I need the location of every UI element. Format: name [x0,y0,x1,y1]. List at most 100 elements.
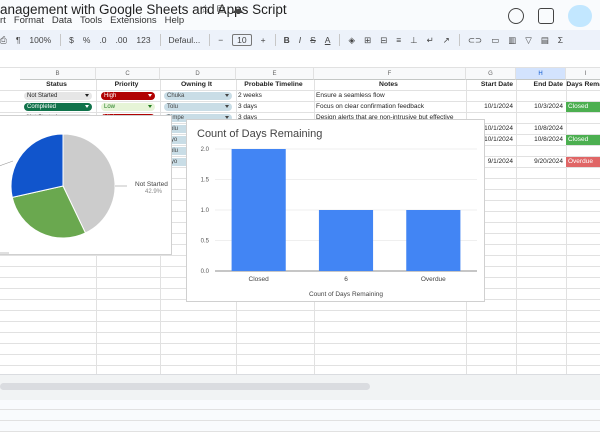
empty-row[interactable] [0,333,600,344]
priority-chip[interactable]: High [101,92,155,100]
horizontal-scrollbar[interactable] [0,383,370,390]
column-label[interactable]: Status [20,80,93,90]
end-date-cell[interactable] [516,146,563,156]
column-label[interactable]: Start Date [466,80,513,90]
column-header[interactable]: B [20,68,96,80]
column-header[interactable]: C [96,68,160,80]
column-header[interactable]: I [566,68,600,80]
end-date-cell[interactable]: 10/8/2024 [516,135,563,145]
chevron-down-icon[interactable] [225,94,229,97]
merge-icon[interactable]: ⊟ [380,35,387,46]
increase-decimal-button[interactable]: .00 [116,35,128,45]
move-icon[interactable]: ⧉ [217,2,226,17]
paint-format-icon[interactable]: ¶ [16,35,21,45]
column-header[interactable]: D [160,68,236,80]
notes-cell[interactable]: Ensure a seamless flow [316,91,464,101]
status-chip[interactable]: Not Started [24,92,92,100]
column-header[interactable]: H [516,68,566,80]
start-date-cell[interactable] [466,91,513,101]
font-size-input[interactable]: 10 [232,34,252,46]
align-icon[interactable]: ≡ [396,35,401,45]
star-icon[interactable]: ☆ [200,2,211,17]
filter-views-icon[interactable]: ▤ [541,35,549,46]
wrap-icon[interactable]: ↵ [427,35,434,46]
fill-color-icon[interactable]: ◈ [348,35,355,46]
end-date-cell[interactable]: 10/3/2024 [516,102,563,112]
percent-button[interactable]: % [83,35,91,45]
valign-icon[interactable]: ⊥ [410,35,417,46]
font-select[interactable]: Defaul... [169,35,201,45]
strikethrough-button[interactable]: S [310,35,316,45]
bold-button[interactable]: B [284,35,290,45]
empty-row[interactable] [0,322,600,333]
meet-button[interactable] [568,5,592,27]
days-remaining-cell[interactable]: Closed [566,102,600,112]
comments-icon[interactable] [538,8,554,24]
priority-chip[interactable]: Low [101,103,155,111]
column-label[interactable]: Days Rema [566,80,600,90]
days-remaining-cell[interactable]: Overdue [566,157,600,167]
formula-bar[interactable] [0,50,600,68]
chevron-down-icon[interactable] [85,94,89,97]
rotate-icon[interactable]: ↗ [443,35,450,46]
end-date-cell[interactable]: 9/20/2024 [516,157,563,167]
status-chip[interactable]: Completed [24,103,92,111]
days-remaining-cell[interactable] [566,146,600,156]
menu-format[interactable]: Format [14,15,44,26]
empty-row[interactable] [0,355,600,366]
menu-tools[interactable]: Tools [80,15,102,26]
end-date-cell[interactable] [516,91,563,101]
bar-chart[interactable]: Count of Days Remaining 0.0 0.5 1.0 1.5 2.0 C… [186,119,485,302]
timeline-cell[interactable]: 2 weeks [238,91,312,101]
font-size-decrease-icon[interactable]: − [218,35,223,45]
column-label[interactable]: End Date [516,80,563,90]
menu-help[interactable]: Help [165,15,185,26]
empty-row[interactable] [0,410,600,421]
end-date-cell[interactable]: 10/8/2024 [516,124,563,134]
empty-row[interactable] [0,421,600,432]
functions-icon[interactable]: Σ [558,35,563,45]
italic-button[interactable]: I [299,35,301,45]
pie-chart[interactable]: Not Started 42.9% [0,115,172,255]
zoom-select[interactable]: 100% [29,35,51,45]
days-remaining-cell[interactable]: Closed [566,135,600,145]
column-label[interactable]: Notes [314,80,463,90]
print-icon[interactable]: ⎙ [0,35,7,46]
menu-extensions[interactable]: Extensions [110,15,156,26]
filter-icon[interactable]: ▽ [525,35,532,46]
owner-chip[interactable]: Chuka [164,92,232,100]
column-label[interactable]: Owning It [160,80,233,90]
owner-chip[interactable]: Tolu [164,103,232,111]
notes-cell[interactable]: Focus on clear confirmation feedback [316,102,464,112]
history-icon[interactable] [508,8,524,24]
borders-icon[interactable]: ⊞ [364,35,371,46]
start-date-cell[interactable]: 10/1/2024 [466,102,513,112]
chevron-down-icon[interactable] [148,94,152,97]
timeline-cell[interactable]: 3 days [238,102,312,112]
empty-row[interactable] [0,311,600,322]
empty-row[interactable] [0,399,600,410]
column-label[interactable]: Probable Timeline [236,80,311,90]
column-header[interactable]: F [314,68,466,80]
column-header[interactable]: E [236,68,314,80]
days-remaining-cell[interactable] [566,124,600,134]
text-color-button[interactable]: A [325,35,331,45]
more-formats-button[interactable]: 123 [136,35,150,45]
cloud-status-icon[interactable]: ☁ [231,2,243,17]
column-header[interactable]: G [466,68,516,80]
end-date-cell[interactable] [516,113,563,123]
chevron-down-icon[interactable] [225,105,229,108]
chevron-down-icon[interactable] [85,105,89,108]
chart-icon[interactable]: ▥ [508,35,516,46]
font-size-increase-icon[interactable]: + [261,35,266,45]
menu-insert[interactable]: rt [0,15,6,26]
menu-data[interactable]: Data [52,15,72,26]
link-icon[interactable]: ⊂⊃ [468,35,482,46]
empty-row[interactable] [0,344,600,355]
column-label[interactable]: Priority [96,80,157,90]
currency-button[interactable]: $ [69,35,74,45]
days-remaining-cell[interactable] [566,91,600,101]
chevron-down-icon[interactable] [148,105,152,108]
decrease-decimal-button[interactable]: .0 [99,35,106,45]
comment-icon[interactable]: ▭ [491,35,499,46]
